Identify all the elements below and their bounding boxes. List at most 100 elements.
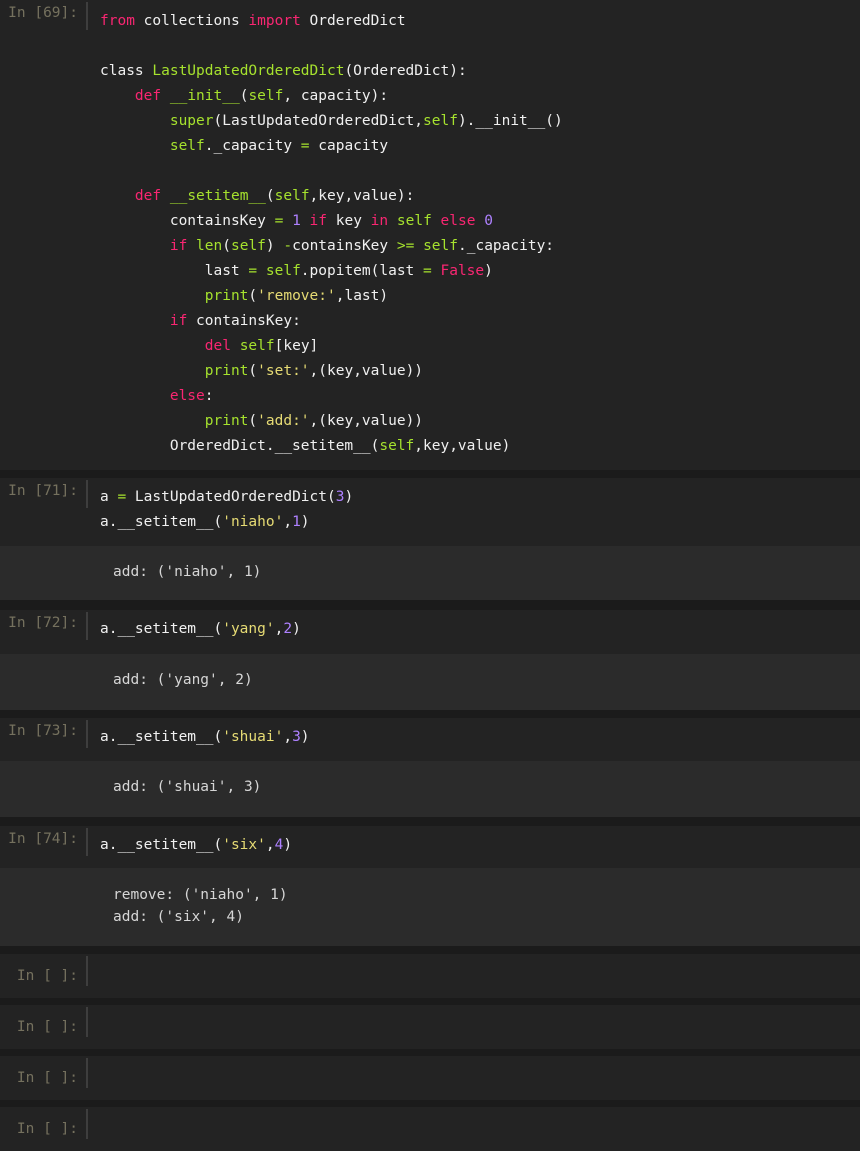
code-token: 0 <box>484 213 493 229</box>
code-cell[interactable]: In [ ]: <box>0 1005 860 1049</box>
code-token: LastUpdatedOrderedDict( <box>126 489 336 505</box>
code-token: print <box>204 288 249 304</box>
code-token: - <box>283 238 293 254</box>
code-token: OrderedDict.__setitem__( <box>100 438 380 454</box>
output-line: add: ('shuai', 3) <box>113 779 262 795</box>
code-token: containsKey <box>100 213 275 229</box>
input-prompt: In [71]: <box>8 483 78 499</box>
code-cell[interactable]: In [74]: a.__setitem__('six',4) <box>0 826 860 868</box>
code-token: , <box>265 837 275 853</box>
code-line: a = LastUpdatedOrderedDict(3) <box>100 485 353 510</box>
input-area-border <box>86 612 88 640</box>
code-token: len <box>196 238 223 254</box>
code-token: a.__setitem__( <box>100 514 223 530</box>
code-token: print <box>204 413 249 429</box>
code-token: self <box>248 88 284 104</box>
input-prompt: In [74]: <box>8 831 78 847</box>
code-token: ,(key,value)) <box>309 413 424 429</box>
code-cell[interactable]: In [69]: from collections import OrderedD… <box>0 0 860 470</box>
code-token: if <box>309 213 328 229</box>
code-line: if containsKey: <box>100 309 563 334</box>
code-token: print <box>204 363 249 379</box>
code-token: ( <box>248 363 258 379</box>
output-text: add: ('yang', 2) <box>113 669 253 691</box>
code-token: ( <box>248 288 258 304</box>
code-token: 'set:' <box>257 363 310 379</box>
code-editor[interactable]: a.__setitem__('shuai',3) <box>100 725 310 750</box>
code-token: 'yang' <box>222 621 275 637</box>
code-line: del self[key] <box>100 334 563 359</box>
input-area-border <box>86 1109 88 1139</box>
code-token: , <box>283 514 293 530</box>
code-editor[interactable]: a.__setitem__('six',4) <box>100 833 292 858</box>
input-prompt: In [72]: <box>8 615 78 631</box>
code-token: def <box>134 88 162 104</box>
code-token: else <box>440 213 476 229</box>
code-line: super(LastUpdatedOrderedDict,self).__ini… <box>100 109 563 134</box>
code-token: ).__init__() <box>457 113 563 129</box>
code-line: self._capacity = capacity <box>100 134 563 159</box>
code-token: self <box>423 238 458 254</box>
code-token: (OrderedDict): <box>344 63 467 79</box>
output-area: add: ('shuai', 3) <box>0 761 860 817</box>
input-prompt: In [ ]: <box>16 968 78 984</box>
code-token: ) <box>300 514 310 530</box>
code-line: print('add:',(key,value)) <box>100 409 563 434</box>
code-line: OrderedDict.__setitem__(self,key,value) <box>100 434 563 459</box>
code-token: ( <box>248 413 258 429</box>
code-token: last <box>100 263 249 279</box>
code-cell[interactable]: In [ ]: <box>0 954 860 998</box>
code-token: ) <box>283 837 293 853</box>
code-token: super <box>169 113 214 129</box>
input-prompt: In [ ]: <box>16 1019 78 1035</box>
code-token: a.__setitem__( <box>100 621 223 637</box>
code-token: ,(key,value)) <box>309 363 424 379</box>
code-line: containsKey = 1 if key in self else 0 <box>100 209 563 234</box>
code-token: self <box>230 238 266 254</box>
code-token: del <box>204 338 231 354</box>
code-cell[interactable]: In [ ]: <box>0 1107 860 1151</box>
code-token: ) <box>484 263 493 279</box>
code-cell[interactable]: In [72]: a.__setitem__('yang',2) <box>0 610 860 654</box>
code-editor[interactable]: from collections import OrderedDict class… <box>100 9 563 459</box>
code-line: print('remove:',last) <box>100 284 563 309</box>
code-token: __setitem__ <box>169 188 266 204</box>
code-token: if <box>169 313 188 329</box>
code-token: OrderedDict <box>300 13 406 29</box>
output-area: remove: ('niaho', 1) add: ('six', 4) <box>0 868 860 946</box>
code-editor[interactable]: a.__setitem__('yang',2) <box>100 617 301 642</box>
code-line: a.__setitem__('shuai',3) <box>100 725 310 750</box>
input-area-border <box>86 720 88 748</box>
code-token: containsKey <box>292 238 397 254</box>
code-token: a.__setitem__( <box>100 729 223 745</box>
code-line: a.__setitem__('six',4) <box>100 833 292 858</box>
code-token: else <box>169 388 205 404</box>
code-token: self <box>379 438 415 454</box>
code-cell[interactable]: In [73]: a.__setitem__('shuai',3) <box>0 718 860 761</box>
code-token: __init__ <box>169 88 240 104</box>
code-editor[interactable]: a = LastUpdatedOrderedDict(3) a.__setitem… <box>100 485 353 535</box>
code-token: class <box>100 63 153 79</box>
code-token: 1 <box>292 514 301 530</box>
code-cell[interactable]: In [71]: a = LastUpdatedOrderedDict(3) a._… <box>0 478 860 546</box>
code-token: self <box>396 213 432 229</box>
code-token: a <box>100 489 118 505</box>
code-token: = <box>248 263 258 279</box>
code-cell[interactable]: In [ ]: <box>0 1056 860 1100</box>
code-token: 'add:' <box>257 413 310 429</box>
code-token: 'shuai' <box>222 729 284 745</box>
code-token: ) <box>292 621 301 637</box>
code-token: ,key,value): <box>309 188 415 204</box>
code-token: ) <box>300 729 310 745</box>
code-line: def __init__(self, capacity): <box>100 84 563 109</box>
